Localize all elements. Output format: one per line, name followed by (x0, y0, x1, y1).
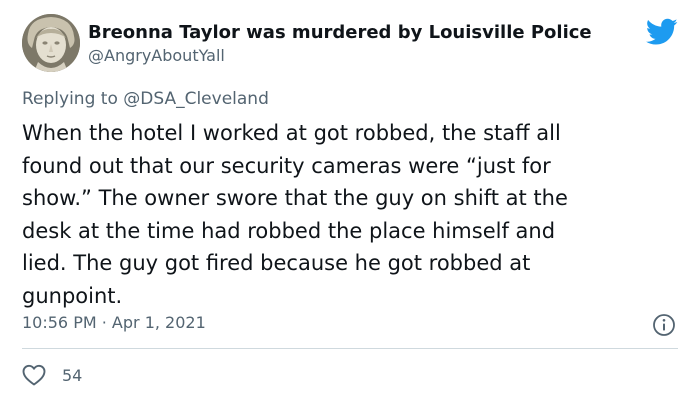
replying-to-label: Replying to (22, 89, 124, 109)
avatar[interactable] (22, 14, 80, 72)
tweet-time[interactable]: 10:56 PM (22, 313, 97, 332)
tweet-timestamp[interactable]: 10:56 PM · Apr 1, 2021 (22, 313, 206, 332)
meta-separator: · (96, 313, 112, 332)
tweet-text: When the hotel I worked at got robbed, t… (22, 121, 568, 308)
info-icon[interactable] (652, 313, 676, 337)
twitter-bird-icon[interactable] (646, 18, 678, 46)
reply-mention-link[interactable]: @DSA_Cleveland (123, 89, 269, 109)
divider (22, 348, 678, 349)
like-count[interactable]: 54 (62, 366, 82, 385)
user-handle[interactable]: @AngryAboutYall (88, 46, 225, 65)
replying-to-line: Replying to @DSA_Cleveland (22, 89, 269, 109)
tweet-date[interactable]: Apr 1, 2021 (112, 313, 206, 332)
display-name[interactable]: Breonna Taylor was murdered by Louisvill… (88, 22, 592, 43)
statue-avatar-image (22, 14, 80, 72)
heart-icon[interactable] (22, 364, 46, 386)
